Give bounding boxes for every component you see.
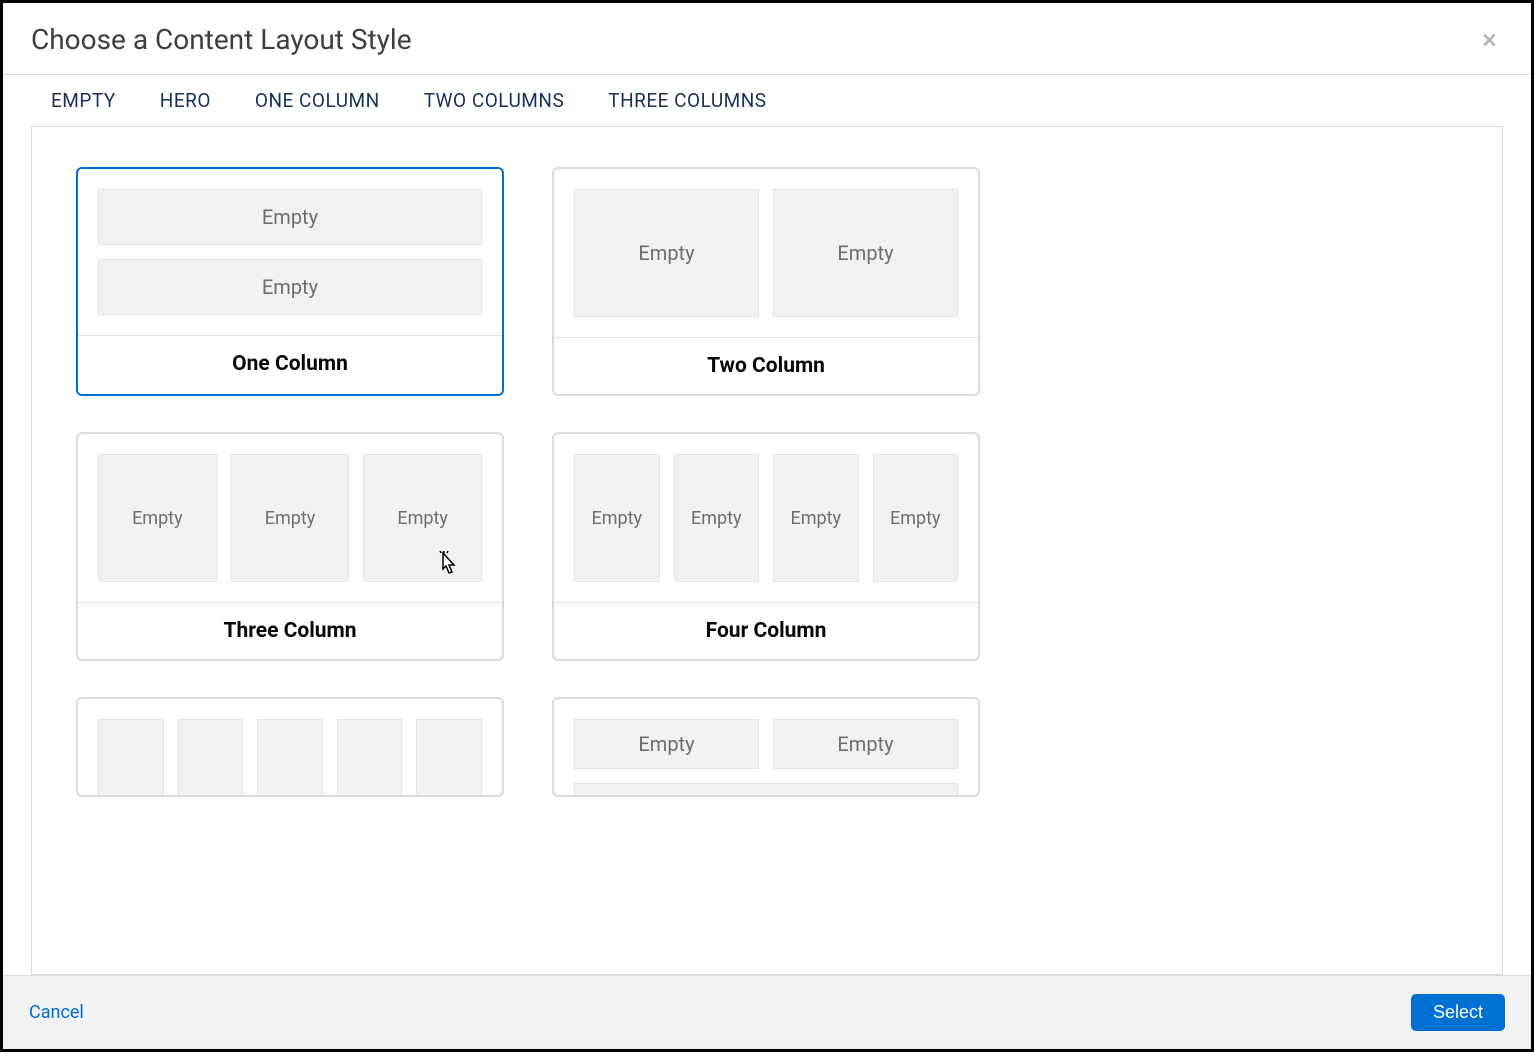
preview-box: Empty xyxy=(873,454,959,582)
preview-box: Empty xyxy=(363,454,482,582)
cancel-button[interactable]: Cancel xyxy=(29,1002,84,1023)
card-three-column[interactable]: Empty Empty Empty Three Column xyxy=(76,432,504,661)
tab-empty[interactable]: EMPTY xyxy=(51,89,116,112)
preview-box: Empty xyxy=(773,719,958,769)
dialog-footer: Cancel Select xyxy=(3,975,1531,1049)
preview-box: Empty xyxy=(574,454,660,582)
preview-box xyxy=(416,719,482,797)
card-label: Three Column xyxy=(78,602,502,659)
select-button[interactable]: Select xyxy=(1411,994,1505,1031)
card-mixed[interactable]: Empty Empty xyxy=(552,697,980,797)
preview-box xyxy=(257,719,323,797)
preview-box xyxy=(337,719,403,797)
preview-box: Empty xyxy=(773,454,859,582)
card-label: Two Column xyxy=(554,337,978,394)
card-four-column[interactable]: Empty Empty Empty Empty Four Column xyxy=(552,432,980,661)
preview-box: Empty xyxy=(98,454,217,582)
close-icon[interactable]: × xyxy=(1476,26,1503,54)
preview-box: Empty xyxy=(98,189,482,245)
tab-bar: EMPTY HERO ONE COLUMN TWO COLUMNS THREE … xyxy=(3,75,1531,126)
dialog-title: Choose a Content Layout Style xyxy=(31,23,412,56)
card-one-column[interactable]: Empty Empty One Column xyxy=(76,167,504,396)
tab-one-column[interactable]: ONE COLUMN xyxy=(255,89,380,112)
preview-box: Empty xyxy=(231,454,350,582)
preview-box: Empty xyxy=(574,719,759,769)
tab-two-columns[interactable]: TWO COLUMNS xyxy=(424,89,565,112)
preview-box xyxy=(98,719,164,797)
tab-three-columns[interactable]: THREE COLUMNS xyxy=(608,89,766,112)
preview-box: Empty xyxy=(773,189,958,317)
card-five-column[interactable] xyxy=(76,697,504,797)
preview-box: Empty xyxy=(574,189,759,317)
card-label: Four Column xyxy=(554,602,978,659)
card-label: One Column xyxy=(78,335,502,392)
preview-box xyxy=(178,719,244,797)
preview-box: Empty xyxy=(674,454,760,582)
dialog-header: Choose a Content Layout Style × xyxy=(3,3,1531,75)
card-two-column[interactable]: Empty Empty Two Column xyxy=(552,167,980,396)
preview-box: Empty xyxy=(98,259,482,315)
layout-options-scroll[interactable]: Empty Empty One Column Empty Empty Two C… xyxy=(31,126,1503,975)
tab-hero[interactable]: HERO xyxy=(160,89,211,112)
preview-box xyxy=(574,783,958,797)
